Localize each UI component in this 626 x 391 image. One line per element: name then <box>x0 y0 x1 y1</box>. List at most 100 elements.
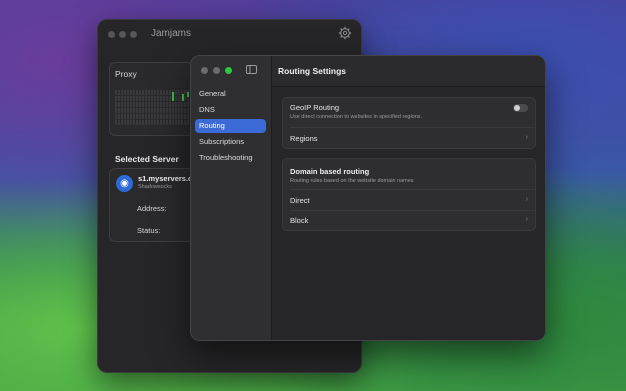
graph-cell <box>181 108 183 113</box>
app-title: Jamjams <box>151 28 192 39</box>
graph-cell <box>166 102 168 107</box>
graph-cell <box>169 96 171 101</box>
graph-cell <box>181 114 183 119</box>
zoom-button[interactable] <box>225 67 232 74</box>
graph-cell <box>169 120 171 125</box>
graph-cell <box>127 96 129 101</box>
chevron-right-icon: › <box>525 216 528 223</box>
graph-cell <box>175 90 177 95</box>
toggle-knob <box>514 105 520 111</box>
close-button[interactable] <box>108 31 115 38</box>
sidebar-item-troubleshooting[interactable]: Troubleshooting <box>195 151 266 165</box>
zoom-button[interactable] <box>130 31 137 38</box>
graph-cell <box>178 114 180 119</box>
proxy-panel: Proxy <box>109 62 196 136</box>
close-button[interactable] <box>201 67 208 74</box>
graph-cell <box>187 120 189 125</box>
graph-cell <box>133 96 135 101</box>
graph-cell <box>124 102 126 107</box>
graph-cell <box>148 102 150 107</box>
graph-cell <box>142 120 144 125</box>
graph-cell <box>154 120 156 125</box>
graph-cell <box>115 114 117 119</box>
graph-cell <box>148 96 150 101</box>
graph-cell <box>139 102 141 107</box>
graph-cell <box>127 102 129 107</box>
geoip-routing-row: GeoIP Routing Use direct connection to w… <box>283 98 535 126</box>
geoip-routing-title: GeoIP Routing <box>290 103 340 112</box>
graph-cell <box>178 96 180 101</box>
graph-cell <box>166 90 168 95</box>
graph-cell <box>121 114 123 119</box>
graph-cell <box>157 114 159 119</box>
server-name: s1.myservers.c <box>138 174 193 183</box>
content-header: Routing Settings <box>272 56 545 87</box>
sidebar-item-routing[interactable]: Routing <box>195 119 266 133</box>
direct-row[interactable]: Direct › <box>283 190 535 210</box>
regions-label: Regions <box>290 134 318 143</box>
graph-cell <box>127 108 129 113</box>
graph-cell <box>184 108 186 113</box>
graph-cell <box>187 114 189 119</box>
traffic-graph <box>115 90 192 125</box>
graph-cell <box>187 102 189 107</box>
page-title: Routing Settings <box>278 66 346 76</box>
graph-cell <box>118 96 120 101</box>
graph-cell <box>184 114 186 119</box>
graph-cell <box>145 114 147 119</box>
graph-cell <box>169 114 171 119</box>
server-card[interactable]: ◉ s1.myservers.c Shadowsocks Address: St… <box>109 168 196 242</box>
graph-cell <box>124 96 126 101</box>
graph-cell <box>178 102 180 107</box>
sidebar-item-dns[interactable]: DNS <box>195 103 266 117</box>
graph-cell <box>139 90 141 95</box>
graph-cell <box>139 120 141 125</box>
graph-cell <box>118 114 120 119</box>
graph-cell <box>124 120 126 125</box>
graph-cell <box>160 114 162 119</box>
graph-cell <box>115 90 117 95</box>
graph-cell <box>175 120 177 125</box>
regions-row[interactable]: Regions › <box>283 128 535 148</box>
settings-sidebar: General DNS Routing Subscriptions Troubl… <box>191 56 272 340</box>
graph-cell <box>121 90 123 95</box>
graph-cell <box>136 114 138 119</box>
sidebar-toggle-icon[interactable] <box>246 65 257 74</box>
graph-cell <box>142 90 144 95</box>
selected-server-title: Selected Server <box>115 154 179 164</box>
sidebar-item-general[interactable]: General <box>195 87 266 101</box>
graph-cell <box>169 90 171 95</box>
settings-content: Routing Settings GeoIP Routing Use direc… <box>272 56 545 340</box>
graph-cell <box>136 102 138 107</box>
graph-cell <box>130 114 132 119</box>
graph-cell <box>163 90 165 95</box>
graph-cell <box>151 108 153 113</box>
graph-cell <box>157 96 159 101</box>
minimize-button[interactable] <box>119 31 126 38</box>
gear-icon[interactable] <box>338 26 352 40</box>
graph-cell <box>148 120 150 125</box>
graph-cell <box>163 102 165 107</box>
graph-cell <box>151 102 153 107</box>
graph-cell <box>151 96 153 101</box>
block-row[interactable]: Block › <box>283 211 535 230</box>
graph-cell <box>169 102 171 107</box>
geoip-routing-toggle[interactable] <box>513 104 528 112</box>
minimize-button[interactable] <box>213 67 220 74</box>
graph-cell <box>172 102 174 107</box>
graph-cell <box>163 120 165 125</box>
graph-cell <box>157 90 159 95</box>
graph-cell <box>145 96 147 101</box>
graph-cell <box>121 120 123 125</box>
graph-cell <box>184 102 186 107</box>
sidebar-item-subscriptions[interactable]: Subscriptions <box>195 135 266 149</box>
geoip-routing-subtitle: Use direct connection to websites in spe… <box>290 114 423 120</box>
domain-routing-title: Domain based routing <box>290 167 370 176</box>
graph-cell <box>130 96 132 101</box>
graph-cell <box>172 120 174 125</box>
graph-cell <box>187 108 189 113</box>
chevron-right-icon: › <box>525 196 528 203</box>
domain-routing-subtitle: Routing rules based on the website domai… <box>290 178 414 184</box>
graph-cell <box>157 120 159 125</box>
graph-cell <box>133 108 135 113</box>
